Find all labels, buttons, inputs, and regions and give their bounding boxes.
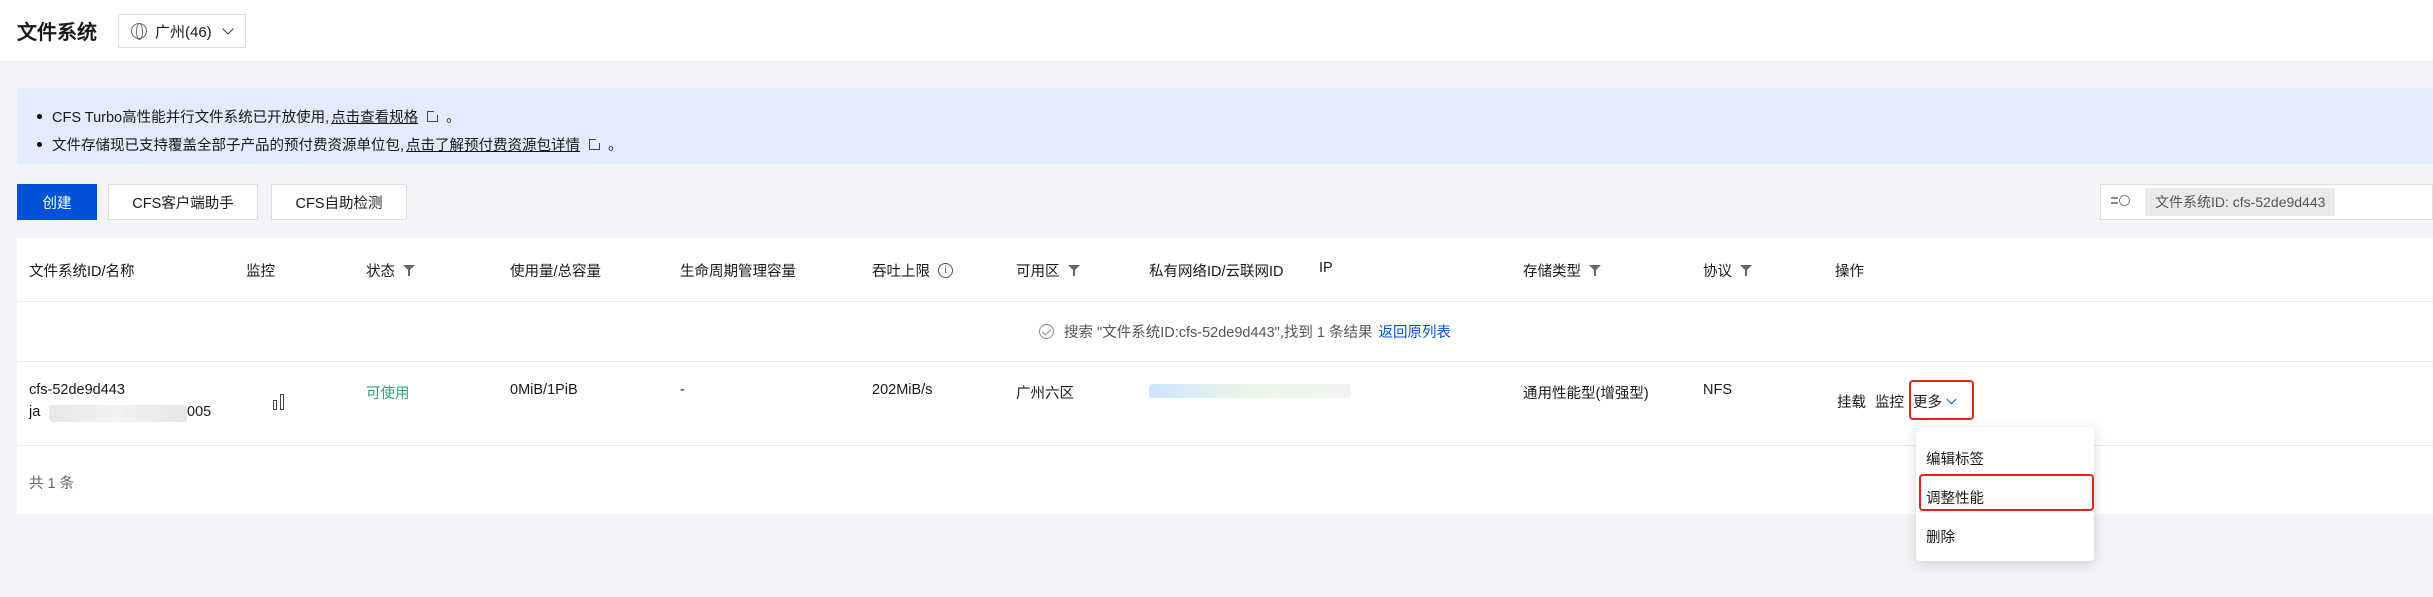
- file-system-id-link[interactable]: cfs-52de9d443: [29, 382, 125, 398]
- throughput-value: 202MiB/s: [872, 382, 933, 398]
- filter-icon[interactable]: [1740, 265, 1752, 276]
- search-filter-icon: [2111, 195, 2133, 209]
- menu-item-delete[interactable]: 删除: [1916, 517, 2094, 556]
- page-title: 文件系统: [17, 22, 97, 44]
- bullet-icon: [37, 141, 42, 147]
- region-selector[interactable]: 广州(46): [118, 14, 246, 48]
- external-link-icon[interactable]: [589, 136, 603, 150]
- prepaid-detail-link[interactable]: 点击了解预付费资源包详情: [406, 134, 580, 155]
- adjust-performance-highlight-box: [1919, 474, 2094, 511]
- col-protocol[interactable]: 协议: [1703, 260, 1752, 281]
- col-monitor: 监控: [246, 264, 275, 280]
- search-result-row: 搜索 "文件系统ID:cfs-52de9d443",找到 1 条结果 返回原列表: [17, 302, 2433, 362]
- monitor-bar-icon[interactable]: [273, 394, 287, 410]
- lifecycle-value: -: [680, 382, 685, 398]
- filter-icon[interactable]: [1589, 265, 1601, 276]
- bullet-icon: [37, 113, 42, 119]
- redacted-name: [49, 405, 187, 422]
- col-throughput: 吞吐上限 i: [872, 260, 953, 281]
- total-count: 共 1 条: [29, 476, 75, 492]
- col-vpc: 私有网络ID/云联网ID: [1149, 264, 1284, 280]
- col-actions: 操作: [1835, 264, 1864, 280]
- usage-value: 0MiB/1PiB: [510, 382, 578, 398]
- region-label: 广州(46): [155, 23, 212, 41]
- more-highlight-box: [1909, 380, 1974, 420]
- filter-icon[interactable]: [1067, 265, 1080, 276]
- search-tag[interactable]: 文件系统ID: cfs-52de9d443: [2145, 188, 2336, 216]
- col-zone[interactable]: 可用区: [1016, 260, 1080, 281]
- self-check-button[interactable]: CFS自助检测: [271, 184, 407, 220]
- file-system-name-suffix: 005: [187, 404, 212, 420]
- col-storage-type[interactable]: 存储类型: [1523, 260, 1601, 281]
- col-status[interactable]: 状态: [366, 260, 415, 281]
- search-result-text: 搜索 "文件系统ID:cfs-52de9d443",找到 1 条结果: [1064, 325, 1373, 341]
- col-id-name: 文件系统ID/名称: [29, 264, 135, 280]
- col-lifecycle: 生命周期管理容量: [680, 264, 796, 280]
- chevron-down-icon: [222, 23, 234, 35]
- file-system-name-prefix: ja: [29, 404, 41, 420]
- client-helper-button[interactable]: CFS客户端助手: [108, 184, 258, 220]
- notice-text: 文件存储现已支持覆盖全部子产品的预付费资源单位包,: [52, 137, 405, 154]
- check-circle-icon: [1039, 324, 1055, 339]
- globe-icon: [131, 23, 147, 40]
- col-ip: IP: [1319, 260, 1333, 276]
- menu-item-edit-tags[interactable]: 编辑标签: [1916, 439, 2094, 478]
- notice-line: 文件存储现已支持覆盖全部子产品的预付费资源单位包, 点击了解预付费资源包详情 。: [37, 130, 2433, 158]
- notice-banner: CFS Turbo高性能并行文件系统已开放使用, 点击查看规格 。 文件存储现已…: [17, 88, 2433, 164]
- filter-icon[interactable]: [403, 265, 415, 276]
- info-icon[interactable]: i: [938, 263, 953, 278]
- status-badge: 可使用: [366, 386, 410, 402]
- search-input[interactable]: 文件系统ID: cfs-52de9d443: [2100, 184, 2433, 220]
- storage-type-value: 通用性能型(增强型): [1523, 386, 1649, 402]
- notice-line: CFS Turbo高性能并行文件系统已开放使用, 点击查看规格 。: [37, 102, 2433, 130]
- redacted-vpc: [1149, 384, 1351, 398]
- create-button[interactable]: 创建: [17, 184, 97, 220]
- protocol-value: NFS: [1703, 382, 1732, 398]
- page-header: 文件系统 广州(46): [0, 0, 2433, 62]
- back-to-list-link[interactable]: 返回原列表: [1378, 321, 1451, 342]
- notice-text: CFS Turbo高性能并行文件系统已开放使用,: [52, 109, 330, 126]
- notice-tail: 。: [446, 109, 461, 126]
- table-header: 文件系统ID/名称 监控 状态 使用量/总容量 生命周期管理容量 吞吐上限 i 可…: [17, 238, 2433, 302]
- zone-value: 广州六区: [1016, 386, 1074, 402]
- notice-tail: 。: [608, 137, 623, 154]
- mount-link[interactable]: 挂载: [1837, 391, 1866, 412]
- col-usage: 使用量/总容量: [510, 264, 602, 280]
- monitor-link[interactable]: 监控: [1875, 391, 1904, 412]
- view-spec-link[interactable]: 点击查看规格: [331, 106, 418, 127]
- external-link-icon[interactable]: [427, 108, 441, 122]
